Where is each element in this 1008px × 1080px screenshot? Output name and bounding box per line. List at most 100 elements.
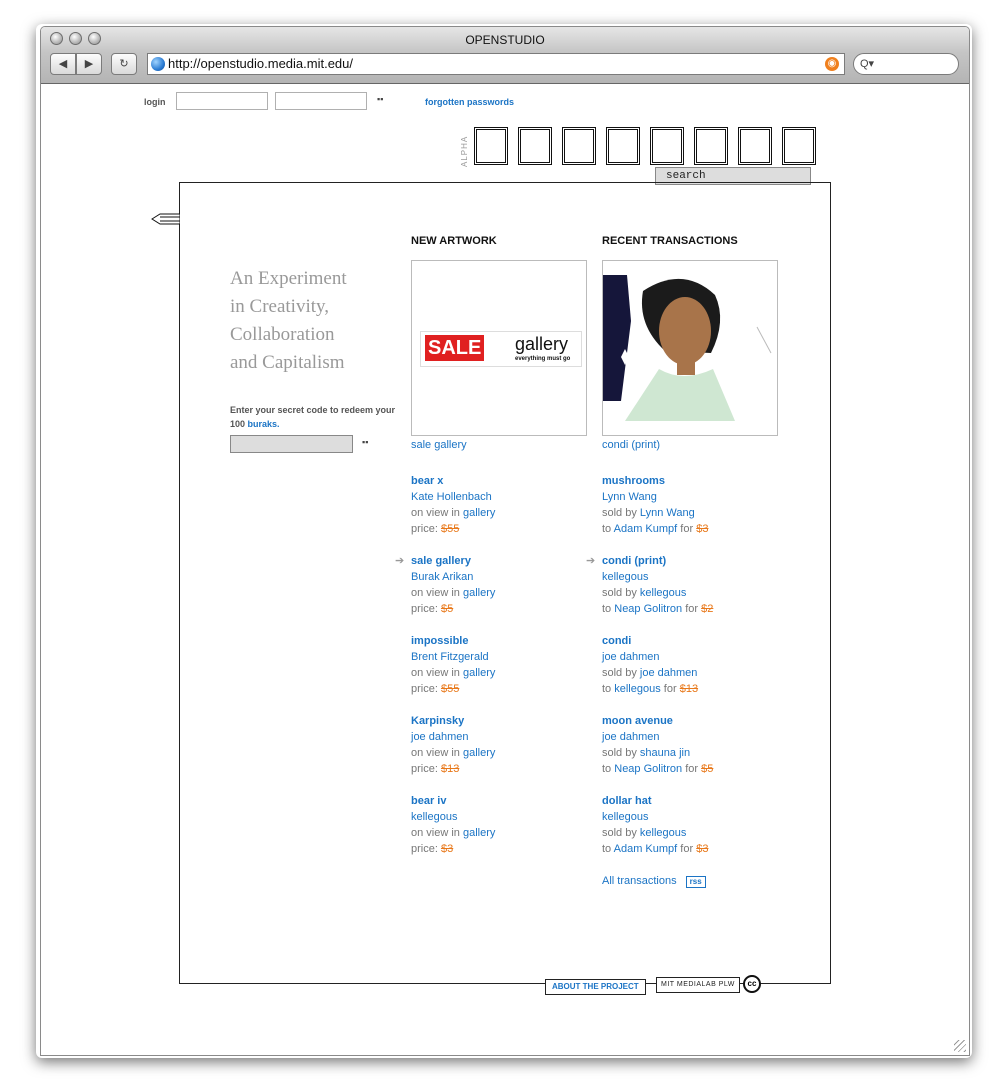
price-value: $13 bbox=[679, 683, 699, 695]
price-value: $2 bbox=[701, 603, 714, 615]
for-label: for bbox=[680, 843, 694, 855]
browser-titlebar: OPENSTUDIO ◀ ▶ ↻ http://openstudio.media… bbox=[41, 27, 969, 84]
price-label: price: bbox=[411, 683, 438, 695]
seller-link[interactable]: kellegous bbox=[640, 827, 686, 839]
main-panel: An Experiment in Creativity, Collaborati… bbox=[151, 182, 831, 984]
login-submit-icon[interactable]: ▪▪ bbox=[377, 94, 383, 104]
buyer-link[interactable]: Neap Golitron bbox=[614, 603, 682, 615]
login-label: login bbox=[144, 97, 166, 107]
artwork-title-link[interactable]: impossible bbox=[411, 635, 468, 647]
to-label: to bbox=[602, 523, 612, 535]
transaction-list-item: dollar hat kellegous sold by kellegous to A… bbox=[602, 793, 708, 857]
artwork-list-item: ➔ sale gallery Burak Arikan on view in gall… bbox=[395, 553, 495, 617]
address-text: http://openstudio.media.mit.edu/ bbox=[168, 56, 354, 71]
tagline: An Experiment in Creativity, Collaborati… bbox=[230, 268, 347, 373]
page-content: login ▪▪ forgotten passwords ALPHA searc… bbox=[41, 84, 969, 1055]
rss-badge[interactable]: rss bbox=[685, 876, 706, 888]
price-value: $5 bbox=[701, 763, 714, 775]
to-label: to bbox=[602, 603, 612, 615]
recent-transactions-heading: RECENT TRANSACTIONS bbox=[602, 235, 738, 247]
secret-submit-icon[interactable]: ▪▪ bbox=[362, 437, 368, 447]
artwork-title-link[interactable]: bear iv bbox=[411, 795, 446, 807]
artist-link[interactable]: joe dahmen bbox=[602, 651, 660, 663]
artwork-title-link[interactable]: sale gallery bbox=[411, 555, 471, 567]
transaction-title-link[interactable]: dollar hat bbox=[602, 795, 652, 807]
sold-by-label: sold by bbox=[602, 747, 637, 759]
price-value: $13 bbox=[440, 763, 460, 775]
seller-link[interactable]: joe dahmen bbox=[640, 667, 698, 679]
transaction-title-link[interactable]: condi (print) bbox=[602, 555, 666, 567]
creative-commons-icon[interactable]: cc bbox=[743, 975, 761, 993]
secret-code-input[interactable] bbox=[230, 435, 353, 453]
rss-feed-icon[interactable]: ◉ bbox=[825, 57, 839, 71]
mit-medialab-badge[interactable]: MIT MEDIALAB PLW bbox=[656, 977, 740, 993]
price-label: price: bbox=[411, 523, 438, 535]
price-label: price: bbox=[411, 603, 438, 615]
artist-link[interactable]: joe dahmen bbox=[411, 731, 469, 743]
sold-by-label: sold by bbox=[602, 667, 637, 679]
buyer-link[interactable]: Neap Golitron bbox=[614, 763, 682, 775]
reload-button[interactable]: ↻ bbox=[111, 53, 137, 75]
artwork-list-item: bear x Kate Hollenbach on view in gallery p… bbox=[411, 473, 495, 537]
address-bar[interactable]: http://openstudio.media.mit.edu/ bbox=[147, 53, 845, 75]
artist-link[interactable]: Kate Hollenbach bbox=[411, 491, 492, 503]
all-transactions-row: All transactions rss bbox=[602, 873, 706, 889]
condi-portrait-art bbox=[603, 275, 772, 421]
price-value: $5 bbox=[440, 603, 454, 615]
for-label: for bbox=[680, 523, 694, 535]
buyer-link[interactable]: kellegous bbox=[614, 683, 660, 695]
artwork-title-link[interactable]: Karpinsky bbox=[411, 715, 464, 727]
price-label: price: bbox=[411, 763, 438, 775]
transaction-list-item: condi joe dahmen sold by joe dahmen to kell… bbox=[602, 633, 698, 697]
recent-transaction-feature-image[interactable] bbox=[602, 260, 778, 436]
transaction-list-item: moon avenue joe dahmen sold by shauna jin t… bbox=[602, 713, 713, 777]
artist-link[interactable]: kellegous bbox=[602, 811, 648, 823]
forward-button[interactable]: ▶ bbox=[76, 53, 102, 75]
artist-link[interactable]: kellegous bbox=[411, 811, 457, 823]
gallery-link[interactable]: gallery bbox=[463, 827, 495, 839]
new-artwork-feature-caption[interactable]: sale gallery bbox=[411, 437, 467, 453]
openstudio-logo[interactable]: ALPHA bbox=[460, 127, 832, 169]
gallery-link[interactable]: gallery bbox=[463, 667, 495, 679]
artwork-list-item: bear iv kellegous on view in gallery price:… bbox=[411, 793, 495, 857]
price-value: $55 bbox=[440, 683, 460, 695]
back-button[interactable]: ◀ bbox=[50, 53, 76, 75]
new-artwork-feature-image[interactable]: SALE gallery everything must go bbox=[411, 260, 587, 436]
seller-link[interactable]: kellegous bbox=[640, 587, 686, 599]
transaction-title-link[interactable]: condi bbox=[602, 635, 631, 647]
gallery-link[interactable]: gallery bbox=[463, 587, 495, 599]
login-username-input[interactable] bbox=[176, 92, 268, 110]
login-password-input[interactable] bbox=[275, 92, 367, 110]
artist-link[interactable]: Brent Fitzgerald bbox=[411, 651, 489, 663]
artist-link[interactable]: Burak Arikan bbox=[411, 571, 473, 583]
gallery-link[interactable]: gallery bbox=[463, 507, 495, 519]
to-label: to bbox=[602, 843, 612, 855]
transaction-title-link[interactable]: moon avenue bbox=[602, 715, 673, 727]
price-value: $3 bbox=[696, 523, 709, 535]
price-value: $55 bbox=[440, 523, 460, 535]
gallery-link[interactable]: gallery bbox=[463, 747, 495, 759]
buraks-link[interactable]: buraks. bbox=[248, 419, 280, 429]
artist-link[interactable]: kellegous bbox=[602, 571, 648, 583]
on-view-label: on view in bbox=[411, 667, 460, 679]
arrow-right-icon: ➔ bbox=[586, 555, 596, 567]
transaction-title-link[interactable]: mushrooms bbox=[602, 475, 665, 487]
seller-link[interactable]: shauna jin bbox=[640, 747, 690, 759]
browser-window: OPENSTUDIO ◀ ▶ ↻ http://openstudio.media… bbox=[40, 26, 970, 1056]
buyer-link[interactable]: Adam Kumpf bbox=[614, 523, 678, 535]
about-project-link[interactable]: ABOUT THE PROJECT bbox=[545, 979, 646, 995]
resize-grip-icon[interactable] bbox=[954, 1040, 966, 1052]
browser-search-field[interactable]: Q▾ bbox=[853, 53, 959, 75]
recent-transaction-feature-caption[interactable]: condi (print) bbox=[602, 437, 660, 453]
price-value: $3 bbox=[440, 843, 454, 855]
logo-letters bbox=[474, 127, 826, 167]
new-artwork-heading: NEW ARTWORK bbox=[411, 235, 497, 247]
artist-link[interactable]: Lynn Wang bbox=[602, 491, 657, 503]
seller-link[interactable]: Lynn Wang bbox=[640, 507, 695, 519]
artist-link[interactable]: joe dahmen bbox=[602, 731, 660, 743]
artwork-title-link[interactable]: bear x bbox=[411, 475, 443, 487]
forgotten-passwords-link[interactable]: forgotten passwords bbox=[425, 97, 514, 107]
buyer-link[interactable]: Adam Kumpf bbox=[614, 843, 678, 855]
all-transactions-link[interactable]: All transactions bbox=[602, 875, 677, 887]
globe-icon bbox=[151, 57, 165, 71]
